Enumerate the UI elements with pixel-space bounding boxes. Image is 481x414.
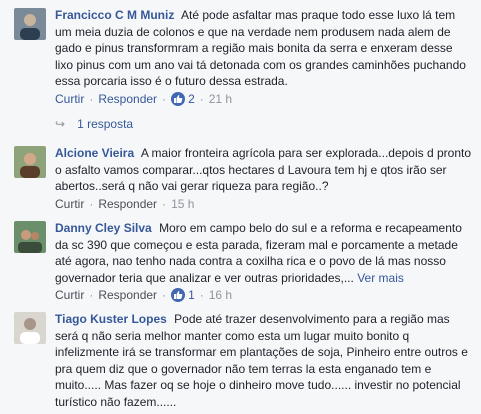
comment-body: Danny Cley Silva Moro em campo belo do s… [55, 220, 471, 286]
comment-author[interactable]: Tiago Kuster Lopes [55, 312, 167, 326]
reply-arrow-icon: ↪ [55, 117, 66, 131]
timestamp[interactable]: 16 h [209, 288, 232, 302]
comment-author[interactable]: Danny Cley Silva [55, 221, 152, 235]
thumbs-up-icon [171, 92, 186, 106]
reply-button[interactable]: Responder [98, 92, 157, 106]
comment-author[interactable]: Francicco C M Muniz [55, 8, 174, 22]
replies-count: 1 resposta [77, 117, 134, 131]
comment-body: Alcione Vieira A maior fronteira agrícol… [55, 145, 471, 195]
avatar[interactable] [14, 221, 46, 253]
like-count-value: 1 [188, 288, 195, 302]
comment-feed: Francicco C M Muniz Até pode asfaltar ma… [0, 0, 481, 414]
like-button[interactable]: Curtir [55, 288, 84, 302]
comment-body: Tiago Kuster Lopes Pode até trazer desen… [55, 311, 471, 410]
timestamp[interactable]: 21 h [209, 92, 232, 106]
reply-button[interactable]: Responder [98, 197, 157, 211]
view-replies-link[interactable]: ↪ 1 resposta [55, 117, 133, 131]
comment-author[interactable]: Alcione Vieira [55, 146, 134, 160]
comment-actions: Curtir · Responder · 15 h [55, 197, 195, 211]
avatar[interactable] [14, 8, 46, 40]
like-button[interactable]: Curtir [55, 197, 84, 211]
comment-text: Pode até trazer desenvolvimento para a r… [55, 312, 468, 409]
avatar[interactable] [14, 146, 46, 178]
comment-actions: Curtir · Responder · 1 · 16 h [55, 288, 233, 302]
comment-body: Francicco C M Muniz Até pode asfaltar ma… [55, 7, 471, 90]
avatar[interactable] [14, 312, 46, 344]
reply-button[interactable]: Responder [98, 288, 157, 302]
see-more-link[interactable]: Ver mais [357, 271, 404, 285]
like-count[interactable]: 2 [171, 92, 195, 106]
like-count[interactable]: 1 [171, 288, 195, 302]
timestamp[interactable]: 15 h [171, 197, 194, 211]
like-button[interactable]: Curtir [55, 92, 84, 106]
like-count-value: 2 [188, 92, 195, 106]
thumbs-up-icon [171, 288, 186, 302]
comment-actions: Curtir · Responder · 2 · 21 h [55, 92, 233, 106]
